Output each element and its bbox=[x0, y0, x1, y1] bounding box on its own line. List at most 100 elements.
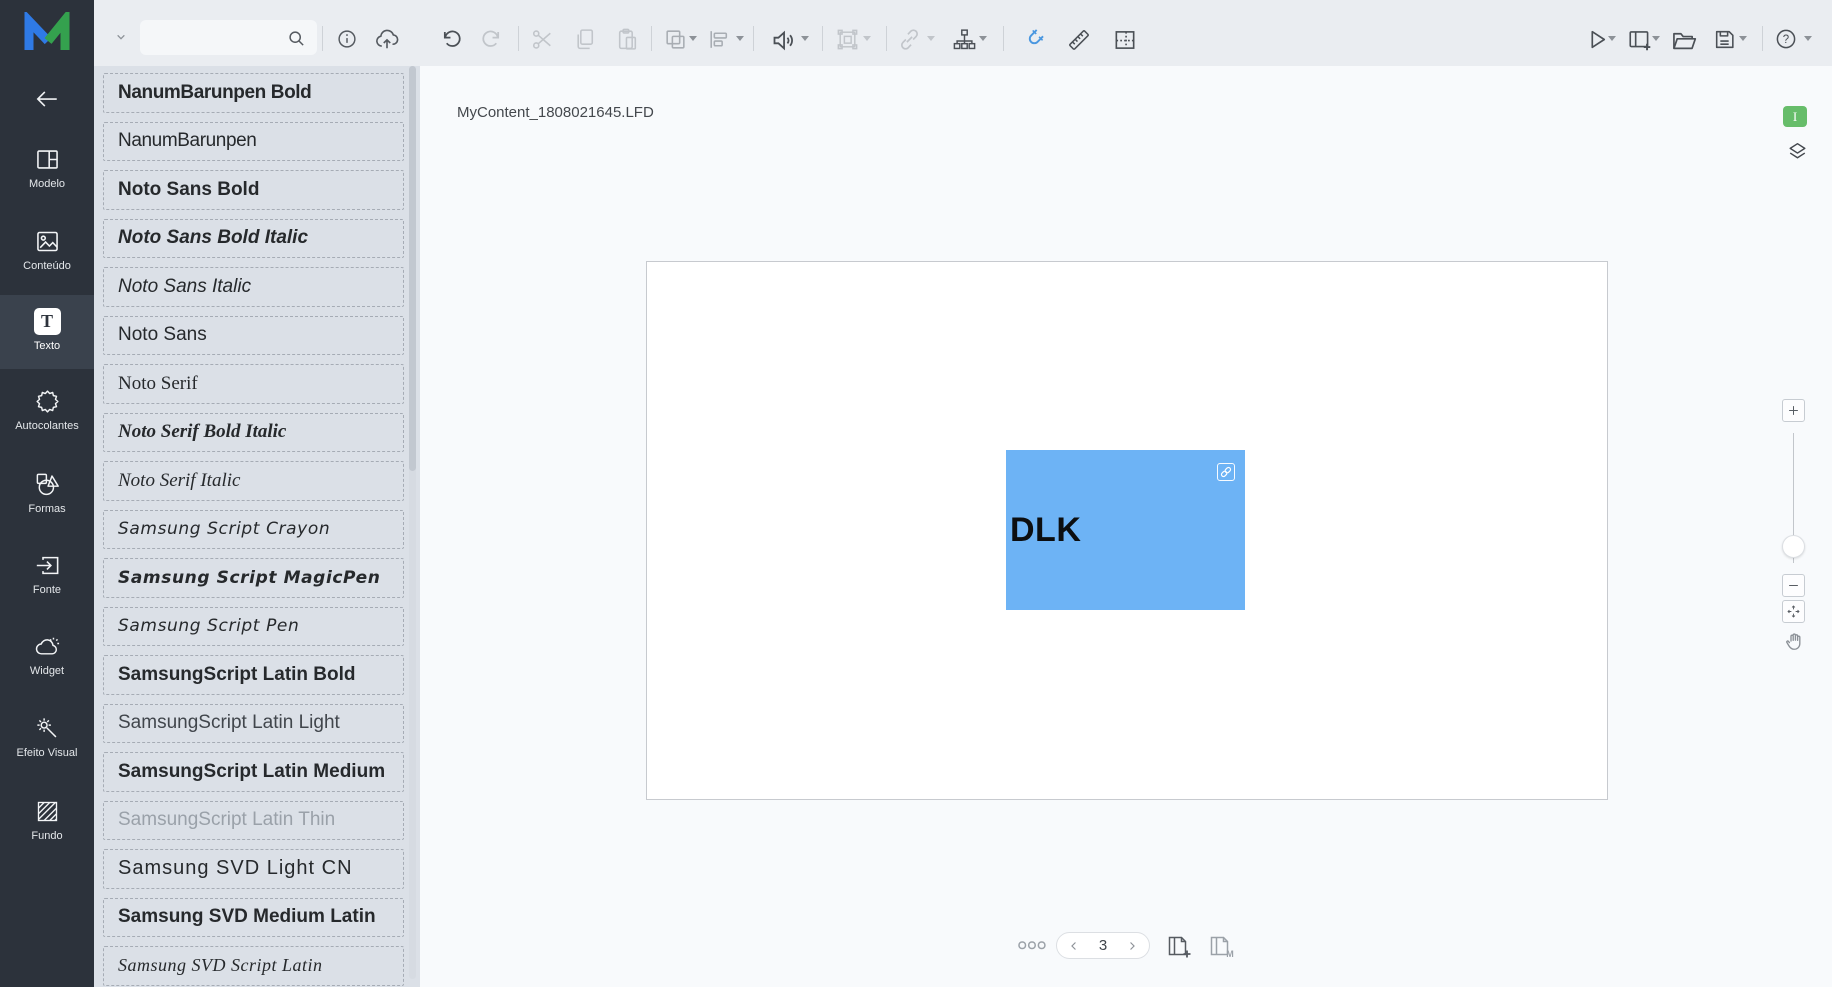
info-icon[interactable] bbox=[336, 28, 358, 50]
zoom-in-button[interactable] bbox=[1782, 399, 1805, 422]
pan-hand-icon[interactable] bbox=[1784, 629, 1807, 654]
sticker-icon bbox=[34, 388, 61, 415]
search-box bbox=[140, 20, 317, 55]
font-list-item[interactable]: SamsungScript Latin Medium bbox=[103, 752, 404, 792]
audio-dropdown-caret[interactable] bbox=[801, 36, 809, 41]
magnet-snap-icon[interactable] bbox=[1019, 25, 1047, 53]
hierarchy-icon[interactable] bbox=[951, 26, 977, 52]
font-list-item[interactable]: Samsung SVD Script Latin bbox=[103, 946, 404, 986]
sidebar-item-widget[interactable]: Widget bbox=[0, 620, 94, 694]
file-name-label: MyContent_1808021645.LFD bbox=[457, 104, 654, 121]
toolbar-divider bbox=[322, 26, 323, 51]
add-page-toolbar-icon[interactable] bbox=[1626, 26, 1653, 53]
next-page-icon[interactable] bbox=[1125, 939, 1139, 953]
sidebar-item-formas[interactable]: Formas bbox=[0, 458, 94, 532]
search-icon[interactable] bbox=[285, 27, 307, 49]
transform-dropdown-caret[interactable] bbox=[863, 36, 871, 41]
fit-to-screen-button[interactable] bbox=[1782, 600, 1805, 623]
font-list-item[interactable]: Noto Serif Italic bbox=[103, 461, 404, 501]
info-badge[interactable]: I bbox=[1783, 106, 1807, 127]
font-list-item[interactable]: SamsungScript Latin Thin bbox=[103, 801, 404, 841]
table-icon[interactable] bbox=[1111, 26, 1138, 53]
audio-icon[interactable] bbox=[769, 26, 797, 54]
align-dropdown-caret[interactable] bbox=[736, 36, 744, 41]
layers-icon[interactable] bbox=[1785, 139, 1810, 164]
text-icon: T bbox=[34, 308, 61, 335]
toolbar-divider bbox=[753, 26, 754, 51]
toolbar-divider bbox=[886, 26, 887, 51]
font-list-item[interactable]: SamsungScript Latin Light bbox=[103, 704, 404, 744]
play-dropdown-caret[interactable] bbox=[1608, 36, 1616, 41]
font-list-item[interactable]: Noto Sans Italic bbox=[103, 267, 404, 307]
transform-icon[interactable] bbox=[834, 26, 860, 52]
zoom-out-button[interactable] bbox=[1782, 574, 1805, 597]
svg-text:M: M bbox=[1226, 949, 1234, 959]
sidebar-item-autocolantes[interactable]: Autocolantes bbox=[0, 375, 94, 449]
copy-icon[interactable] bbox=[572, 26, 598, 52]
font-list-item[interactable]: SamsungScript Latin Bold bbox=[103, 655, 404, 695]
font-list-item[interactable]: NanumBarunpen Bold bbox=[103, 73, 404, 113]
toolbar-divider bbox=[518, 26, 519, 51]
font-list-panel: NanumBarunpen Bold NanumBarunpen Noto Sans… bbox=[94, 66, 420, 987]
redo-icon[interactable] bbox=[478, 26, 504, 52]
font-list-item[interactable]: Samsung SVD Medium Latin bbox=[103, 898, 404, 938]
sidebar-item-fundo[interactable]: Fundo bbox=[0, 785, 94, 859]
sidebar-item-efeito-visual[interactable]: Efeito Visual bbox=[0, 702, 94, 776]
paste-icon[interactable] bbox=[614, 26, 640, 52]
toolbar-divider bbox=[822, 26, 823, 51]
master-page-icon[interactable]: M bbox=[1209, 934, 1235, 959]
undo-icon[interactable] bbox=[438, 26, 464, 52]
prev-page-icon[interactable] bbox=[1067, 939, 1081, 953]
font-list-item[interactable]: Samsung Script Crayon bbox=[103, 510, 404, 550]
help-icon[interactable]: ? bbox=[1774, 27, 1798, 51]
font-list-item[interactable]: Samsung Script MagicPen bbox=[103, 558, 404, 598]
add-page-icon[interactable] bbox=[1167, 934, 1193, 959]
cut-icon[interactable] bbox=[529, 26, 555, 52]
upload-icon[interactable] bbox=[374, 26, 400, 52]
group-icon[interactable] bbox=[662, 26, 688, 52]
font-list-item[interactable]: Noto Serif bbox=[103, 364, 404, 404]
text-element[interactable]: DLK bbox=[1006, 450, 1245, 610]
sidebar-item-texto[interactable]: T Texto bbox=[0, 295, 94, 369]
page-navigator: 3 bbox=[1056, 932, 1150, 959]
widget-cloud-icon bbox=[34, 633, 61, 660]
help-dropdown-caret[interactable] bbox=[1804, 36, 1812, 41]
app-logo bbox=[23, 12, 71, 56]
font-list-item[interactable]: Noto Serif Bold Italic bbox=[103, 413, 404, 453]
font-list-item[interactable]: Noto Sans bbox=[103, 316, 404, 356]
linked-element-icon[interactable] bbox=[1217, 463, 1235, 481]
text-element-content: DLK bbox=[1006, 511, 1081, 550]
magic-wand-icon bbox=[34, 715, 61, 742]
save-icon[interactable] bbox=[1711, 26, 1737, 52]
play-preview-icon[interactable] bbox=[1584, 26, 1610, 52]
back-button[interactable] bbox=[32, 86, 62, 114]
sidebar-item-conteudo[interactable]: Conteúdo bbox=[0, 215, 94, 289]
toolbar-divider bbox=[1762, 26, 1763, 51]
save-dropdown-caret[interactable] bbox=[1739, 36, 1747, 41]
hierarchy-dropdown-caret[interactable] bbox=[979, 36, 987, 41]
search-input[interactable] bbox=[150, 20, 285, 55]
scrollbar-thumb[interactable] bbox=[409, 66, 416, 471]
sidebar: Modelo Conteúdo T Texto Autocolantes For… bbox=[0, 0, 94, 987]
source-input-icon bbox=[34, 552, 61, 579]
group-dropdown-caret[interactable] bbox=[689, 36, 697, 41]
zoom-slider-thumb[interactable] bbox=[1782, 535, 1805, 558]
add-page-dropdown-caret[interactable] bbox=[1652, 36, 1660, 41]
font-list-item[interactable]: NanumBarunpen bbox=[103, 122, 404, 162]
link-dropdown-caret[interactable] bbox=[927, 36, 935, 41]
slides-overview-icon[interactable] bbox=[1018, 939, 1046, 952]
open-folder-icon[interactable] bbox=[1669, 26, 1697, 54]
shapes-icon bbox=[34, 471, 61, 498]
font-list-item[interactable]: Noto Sans Bold Italic bbox=[103, 219, 404, 259]
chevron-down-icon[interactable] bbox=[112, 29, 130, 45]
sidebar-item-modelo[interactable]: Modelo bbox=[0, 133, 94, 207]
align-icon[interactable] bbox=[705, 26, 731, 52]
sidebar-item-fonte[interactable]: Fonte bbox=[0, 539, 94, 613]
ruler-icon[interactable] bbox=[1065, 26, 1092, 53]
font-list-item[interactable]: Noto Sans Bold bbox=[103, 170, 404, 210]
toolbar-divider bbox=[1003, 26, 1004, 51]
font-list-item[interactable]: Samsung Script Pen bbox=[103, 607, 404, 647]
font-list: NanumBarunpen Bold NanumBarunpen Noto Sans… bbox=[103, 73, 404, 986]
link-icon[interactable] bbox=[896, 26, 922, 52]
font-list-item[interactable]: Samsung SVD Light CN bbox=[103, 849, 404, 889]
